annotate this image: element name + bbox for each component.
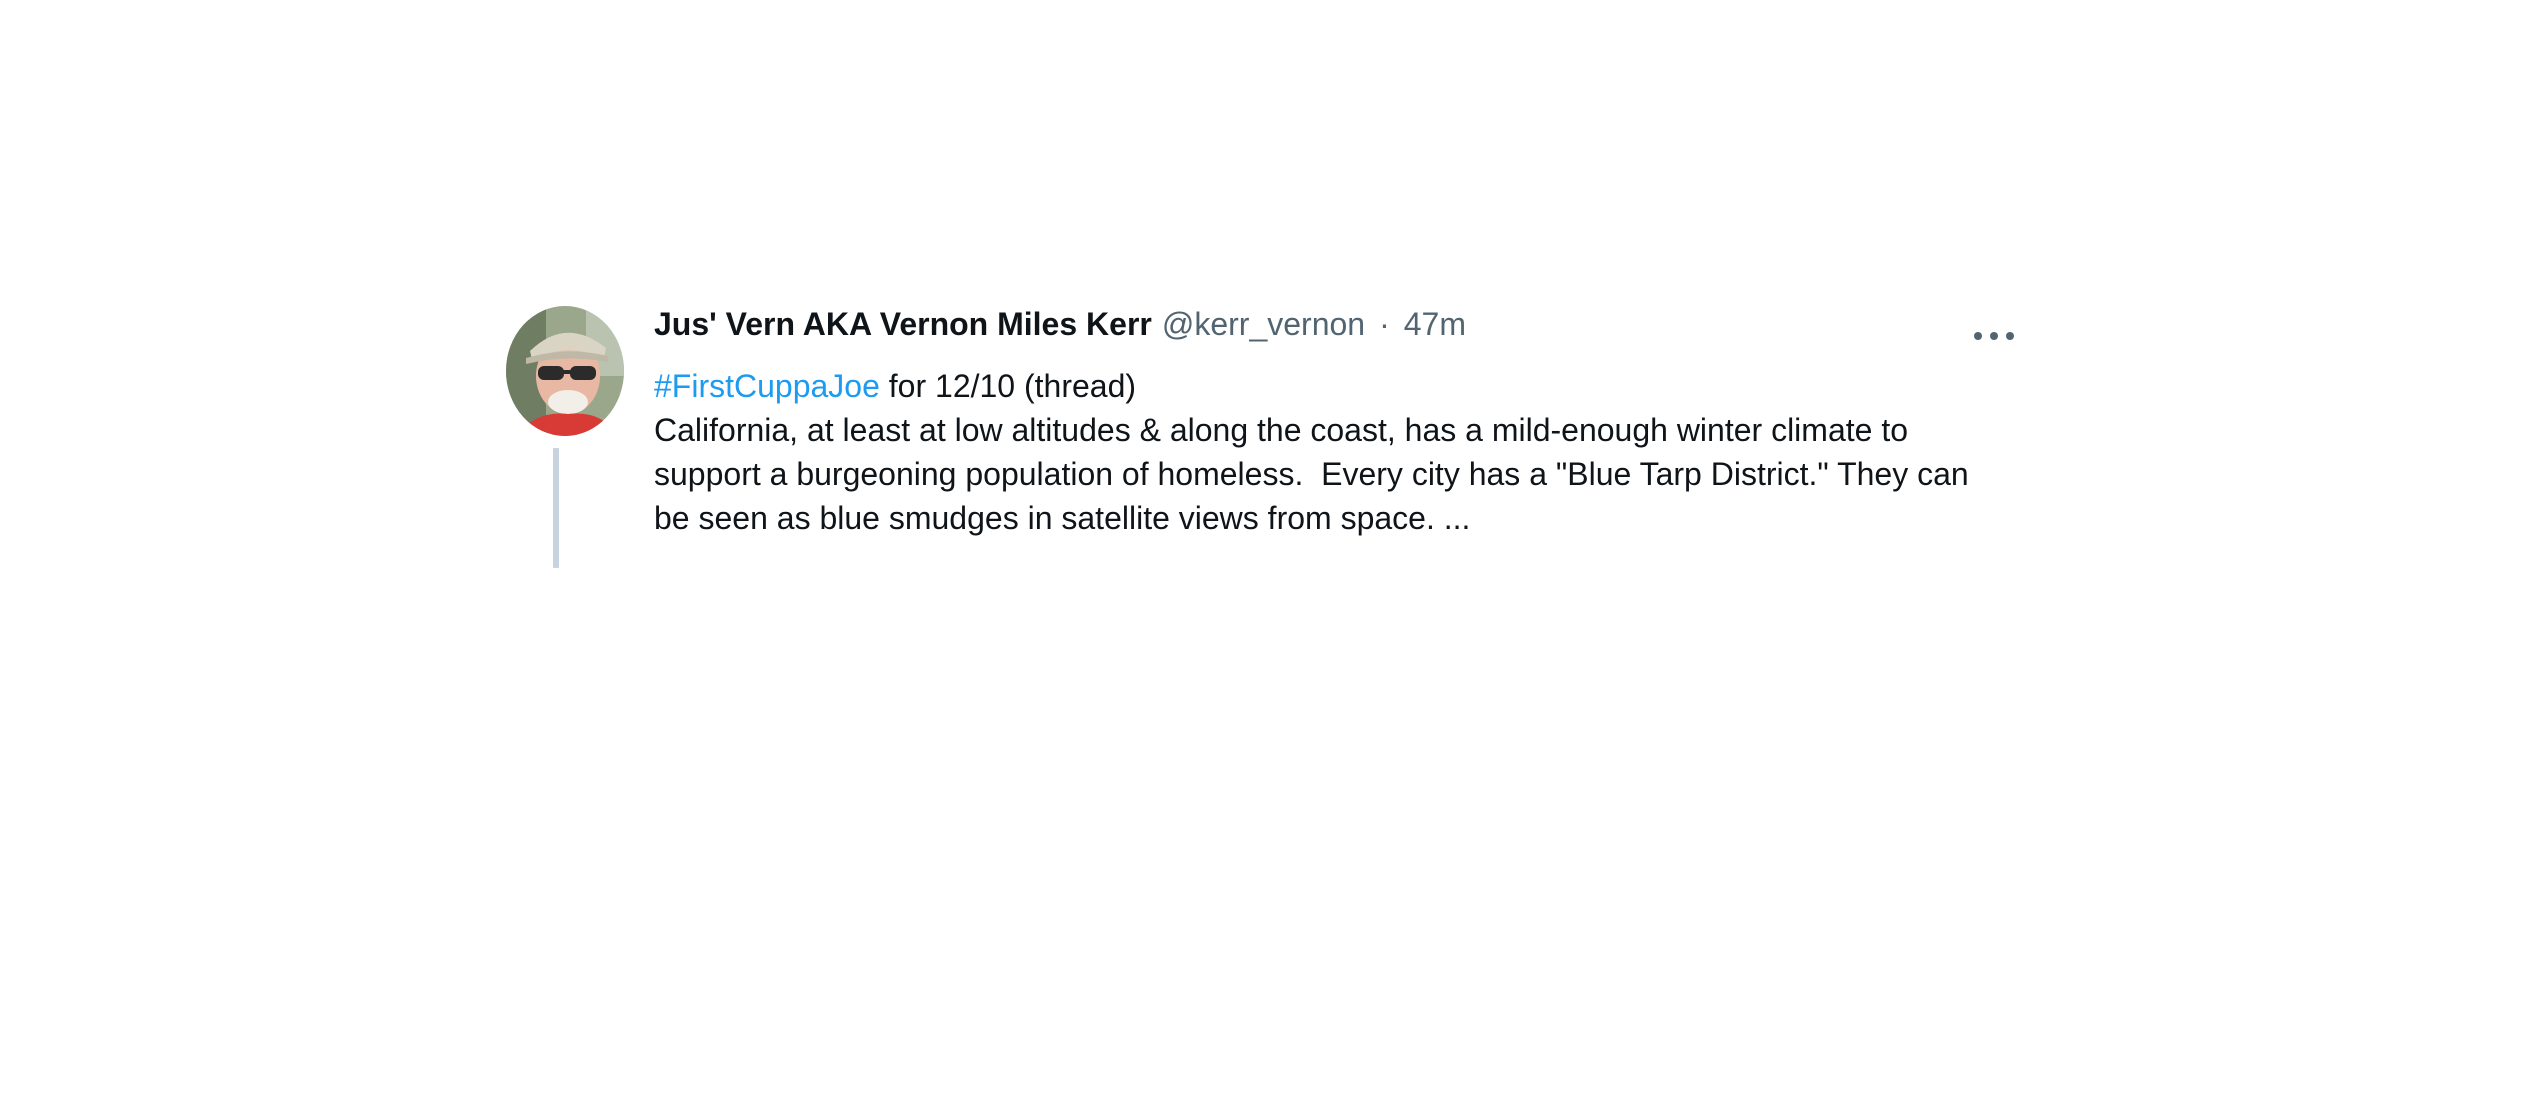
tweet-body-line: be seen as blue smudges in satellite vie… xyxy=(654,500,1471,536)
tweet-header: Jus' Vern AKA Vernon Miles Kerr @kerr_ve… xyxy=(654,300,2014,364)
tweet[interactable]: Jus' Vern AKA Vernon Miles Kerr @kerr_ve… xyxy=(506,300,2026,570)
more-horizontal-icon-dot xyxy=(1990,332,1998,340)
first-line-text: for 12/10 (thread) xyxy=(879,368,1137,404)
more-options-button[interactable] xyxy=(1974,326,2014,346)
author-display-name[interactable]: Jus' Vern AKA Vernon Miles Kerr xyxy=(654,306,1152,343)
tweet-body-line: California, at least at low altitudes & … xyxy=(654,412,1908,448)
more-horizontal-icon-dot xyxy=(1974,332,1982,340)
tweet-timestamp[interactable]: 47m xyxy=(1404,306,1466,343)
avatar-column xyxy=(506,300,624,570)
tweet-text: #FirstCuppaJoe for 12/10 (thread) Califo… xyxy=(654,364,2014,540)
avatar[interactable] xyxy=(506,306,624,436)
thread-connector-line xyxy=(553,448,559,568)
avatar-image xyxy=(506,306,624,436)
author-handle[interactable]: @kerr_vernon xyxy=(1162,306,1365,343)
hashtag-link[interactable]: #FirstCuppaJoe xyxy=(654,368,880,404)
tweet-body-line: support a burgeoning population of homel… xyxy=(654,456,1969,492)
tweet-first-line: #FirstCuppaJoe for 12/10 (thread) xyxy=(654,364,2014,408)
tweet-content: Jus' Vern AKA Vernon Miles Kerr @kerr_ve… xyxy=(654,300,2014,540)
more-horizontal-icon-dot xyxy=(2006,332,2014,340)
separator-dot: · xyxy=(1379,306,1390,342)
